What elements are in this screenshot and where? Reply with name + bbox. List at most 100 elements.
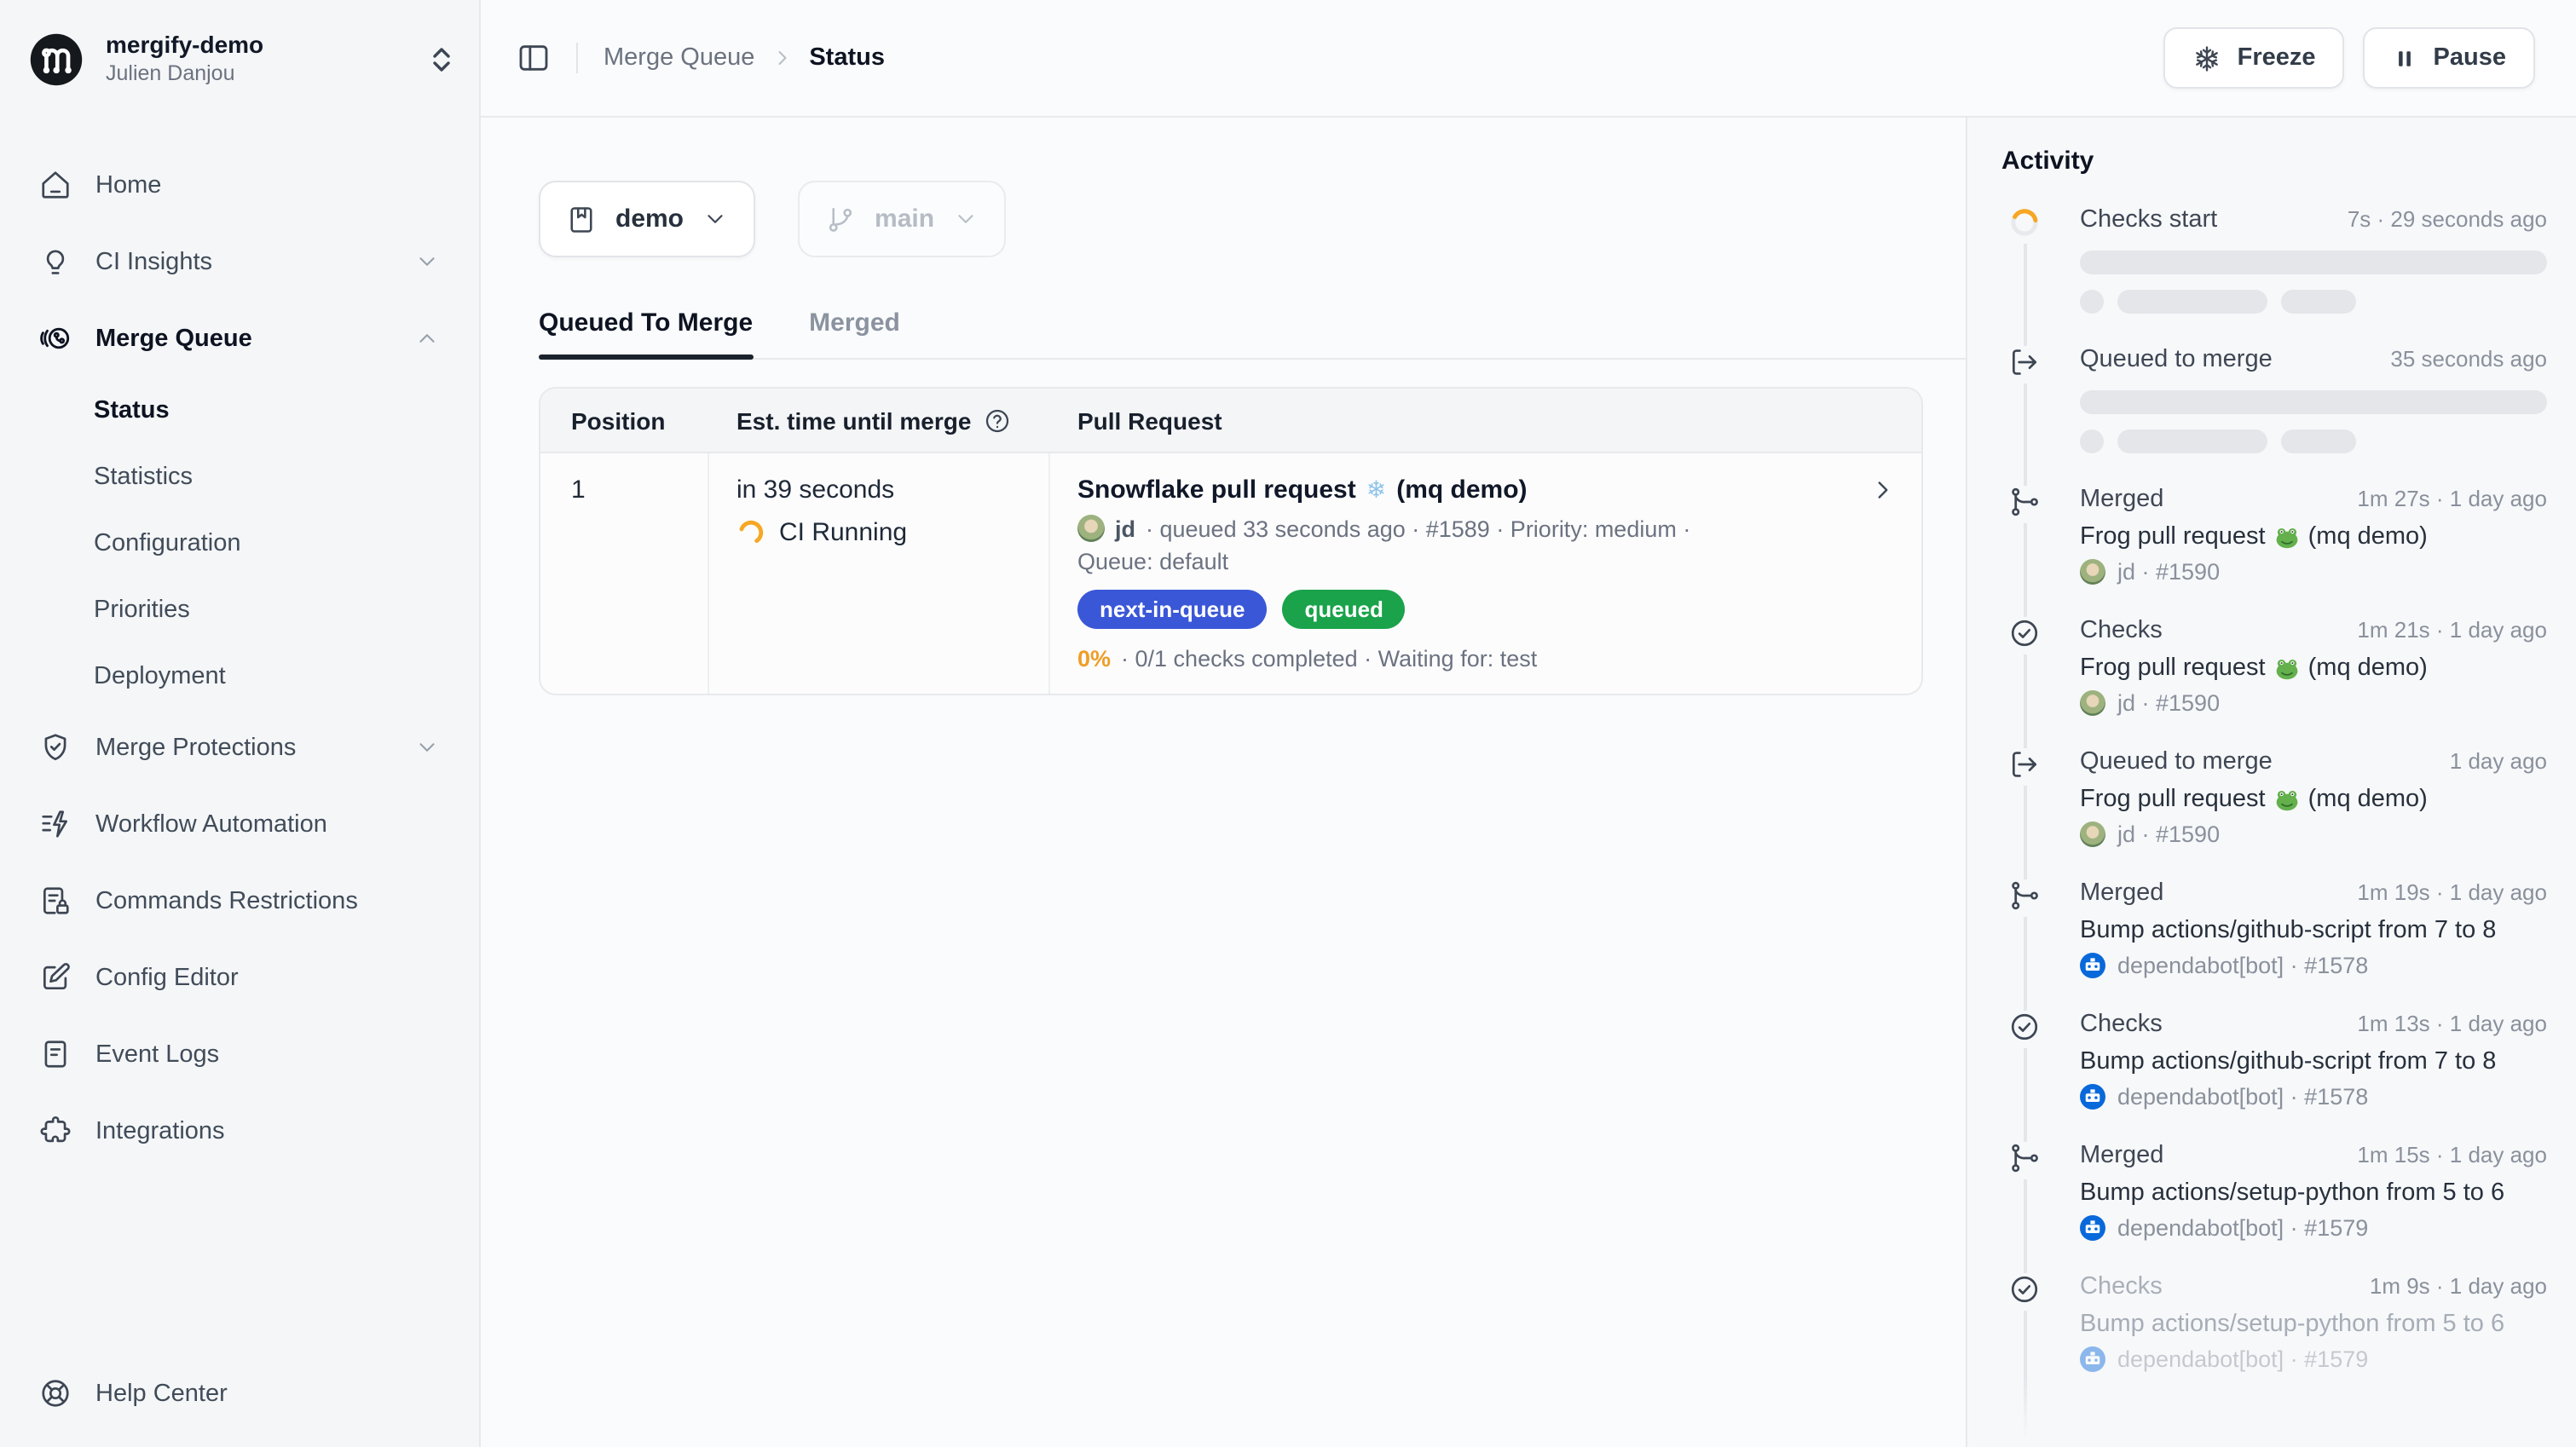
- sidebar-item-config-editor[interactable]: Config Editor: [24, 939, 455, 1016]
- activity-timeline: Checks start7s · 29 seconds ago Queued t…: [2001, 206, 2547, 1372]
- skeleton-bar: [2117, 429, 2267, 453]
- lightbulb-icon: [39, 245, 72, 278]
- snowflake-emoji: ❄: [1366, 476, 1386, 504]
- merged-icon: [2001, 1142, 2048, 1179]
- skeleton-avatar: [2080, 429, 2104, 453]
- queue-tabs: Queued To Merge Merged: [539, 308, 1966, 360]
- chevron-down-icon: [414, 735, 440, 760]
- pr-queue-line: Queue: default: [1077, 549, 1897, 574]
- column-pull-request: Pull Request: [1050, 389, 1921, 452]
- checks-icon: [2001, 1011, 2048, 1048]
- activity-item[interactable]: Checks1m 13s · 1 day ago Bump actions/gi…: [2001, 1011, 2547, 1110]
- skeleton-bar: [2281, 429, 2356, 453]
- row-ci-status: CI Running: [779, 518, 907, 547]
- puzzle-icon: [39, 1115, 72, 1147]
- app-window: mergify-demo Julien Danjou Home CI Insig…: [0, 0, 2576, 1447]
- sidebar: mergify-demo Julien Danjou Home CI Insig…: [0, 0, 481, 1447]
- activity-item[interactable]: Merged1m 15s · 1 day ago Bump actions/se…: [2001, 1142, 2547, 1241]
- document-lines-icon: [39, 1038, 72, 1070]
- pause-button[interactable]: Pause: [2364, 27, 2535, 89]
- skeleton-bar: [2117, 290, 2267, 314]
- queue-table: Position Est. time until merge Pull Requ…: [539, 387, 1923, 695]
- activity-item[interactable]: Checks start7s · 29 seconds ago: [2001, 206, 2547, 314]
- sidebar-item-event-logs[interactable]: Event Logs: [24, 1016, 455, 1092]
- activity-pr-title: Bump actions/setup-python from 5 to 6: [2080, 1179, 2547, 1207]
- activity-item[interactable]: Merged1m 27s · 1 day ago Frog pull reque…: [2001, 486, 2547, 585]
- sidebar-item-commands-restrictions[interactable]: Commands Restrictions: [24, 862, 455, 939]
- tab-queued-to-merge[interactable]: Queued To Merge: [539, 308, 753, 358]
- repository-select[interactable]: demo: [539, 181, 755, 257]
- queued-to-merge-icon: [2001, 748, 2048, 786]
- progress-percent: 0%: [1077, 646, 1111, 672]
- sidebar-item-status[interactable]: Status: [94, 377, 455, 443]
- sidebar-item-statistics[interactable]: Statistics: [94, 443, 455, 510]
- git-branch-icon: [825, 204, 856, 234]
- avatar-jd: [2080, 690, 2105, 716]
- breadcrumb-current: Status: [809, 44, 885, 72]
- pr-progress-line: 0% · 0/1 checks completed · Waiting for:…: [1077, 646, 1897, 672]
- activity-item[interactable]: Queued to merge35 seconds ago: [2001, 346, 2547, 453]
- activity-item[interactable]: Checks1m 9s · 1 day ago Bump actions/set…: [2001, 1273, 2547, 1372]
- avatar-jd: [2080, 822, 2105, 847]
- avatar-dependabot: [2080, 1215, 2105, 1241]
- org-switcher[interactable]: mergify-demo Julien Danjou: [0, 0, 479, 118]
- sidebar-item-configuration[interactable]: Configuration: [94, 510, 455, 576]
- queue-row[interactable]: 1 in 39 seconds CI Running Snowflake pul…: [540, 453, 1921, 694]
- skeleton-bar: [2281, 290, 2356, 314]
- sidebar-item-integrations[interactable]: Integrations: [24, 1092, 455, 1169]
- queued-to-merge-icon: [2001, 346, 2048, 383]
- row-position: 1: [540, 453, 709, 694]
- chevron-right-icon[interactable]: [1868, 476, 1897, 504]
- home-icon: [39, 169, 72, 201]
- activity-item[interactable]: Merged1m 19s · 1 day ago Bump actions/gi…: [2001, 879, 2547, 978]
- activity-item[interactable]: Queued to merge1 day ago Frog pull reque…: [2001, 748, 2547, 847]
- avatar-dependabot: [2080, 1084, 2105, 1110]
- frog-emoji: [2274, 524, 2300, 550]
- column-position: Position: [540, 389, 709, 452]
- activity-item[interactable]: Checks1m 21s · 1 day ago Frog pull reque…: [2001, 617, 2547, 716]
- avatar-jd: [1077, 515, 1105, 542]
- mergify-logo-icon: [29, 32, 84, 86]
- skeleton-bar: [2080, 390, 2547, 414]
- activity-pr-title: Bump actions/github-script from 7 to 8: [2080, 1048, 2547, 1075]
- merge-queue-subnav: Status Statistics Configuration Prioriti…: [24, 377, 455, 709]
- sidebar-item-ci-insights[interactable]: CI Insights: [24, 223, 455, 300]
- activity-pr-title: Bump actions/github-script from 7 to 8: [2080, 917, 2547, 944]
- sidebar-item-merge-protections[interactable]: Merge Protections: [24, 709, 455, 786]
- org-name: mergify-demo: [106, 32, 263, 59]
- chevron-down-icon: [702, 206, 728, 232]
- workflow-automation-icon: [39, 808, 72, 840]
- checks-icon: [2001, 617, 2048, 654]
- sidebar-item-deployment[interactable]: Deployment: [94, 643, 455, 709]
- chevron-down-icon: [414, 249, 440, 274]
- frog-emoji: [2274, 787, 2300, 812]
- spinner-icon: [2001, 206, 2048, 244]
- help-circle-icon[interactable]: [983, 406, 1010, 434]
- skeleton-bar: [2080, 251, 2547, 274]
- pencil-square-icon: [39, 961, 72, 994]
- help-center-link[interactable]: Help Center: [0, 1377, 479, 1447]
- main-content: demo main Queued To Merge Merged Positio…: [481, 118, 1966, 1447]
- skeleton-avatar: [2080, 290, 2104, 314]
- row-est-time: in 39 seconds: [736, 476, 1021, 504]
- activity-panel: Activity Checks start7s · 29 seconds ago: [1966, 118, 2576, 1447]
- chevrons-up-down-icon: [428, 42, 455, 76]
- branch-select[interactable]: main: [798, 181, 1006, 257]
- snowflake-icon: [2193, 43, 2222, 72]
- sidebar-item-home[interactable]: Home: [24, 147, 455, 223]
- pr-meta-line: jd · queued 33 seconds ago · #1589 · Pri…: [1077, 515, 1897, 542]
- chevron-up-icon: [414, 326, 440, 351]
- breadcrumb-parent[interactable]: Merge Queue: [604, 44, 754, 72]
- sidebar-item-merge-queue[interactable]: Merge Queue: [24, 300, 455, 377]
- tab-merged[interactable]: Merged: [809, 308, 900, 358]
- sidebar-toggle-icon[interactable]: [517, 41, 551, 75]
- sidebar-item-workflow-automation[interactable]: Workflow Automation: [24, 786, 455, 862]
- breadcrumb-chevron-icon: [770, 46, 794, 70]
- frog-emoji: [2274, 655, 2300, 681]
- document-lock-icon: [39, 885, 72, 917]
- activity-title: Activity: [2001, 147, 2547, 176]
- activity-pr-title: Frog pull request (mq demo): [2080, 654, 2547, 682]
- sidebar-item-priorities[interactable]: Priorities: [94, 576, 455, 643]
- freeze-button[interactable]: Freeze: [2164, 27, 2345, 89]
- column-est-time: Est. time until merge: [709, 389, 1050, 452]
